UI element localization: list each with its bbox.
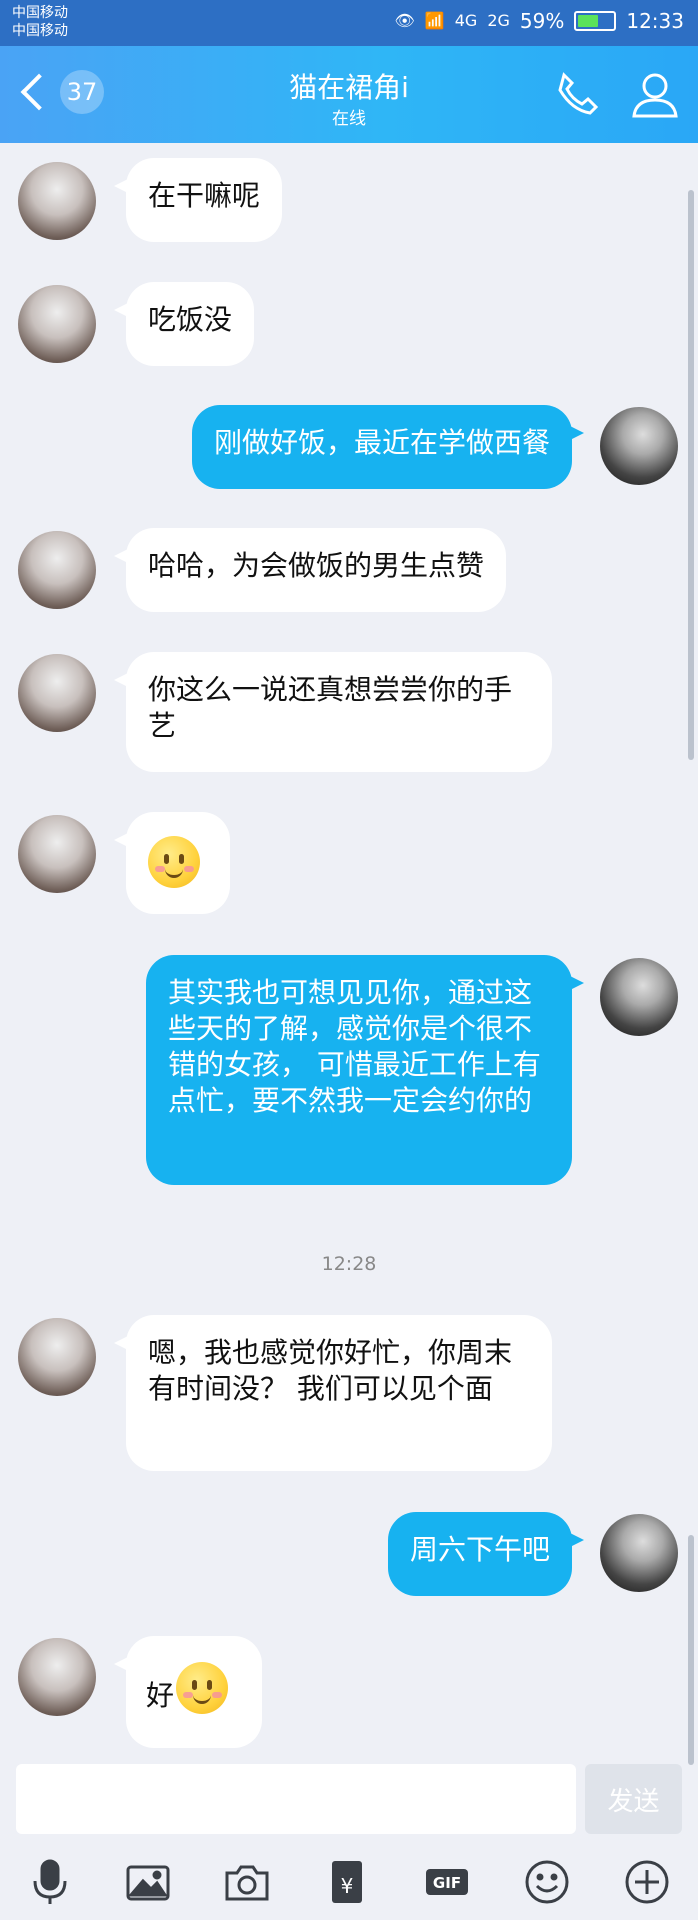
- profile-icon[interactable]: [630, 70, 680, 118]
- eye-icon: 👁: [394, 11, 415, 30]
- contact-avatar[interactable]: [18, 654, 96, 732]
- message-bubble-incoming[interactable]: [114, 812, 230, 914]
- contact-avatar[interactable]: [18, 162, 96, 240]
- scrollbar-lower[interactable]: [688, 1535, 694, 1765]
- send-button[interactable]: 发送: [585, 1764, 682, 1834]
- status-icons: 👁 📶 4G 2G 59% 12:33: [395, 9, 684, 33]
- message-bubble-incoming[interactable]: 你这么一说还真想尝尝你的手艺: [114, 652, 552, 772]
- contact-avatar[interactable]: [18, 1638, 96, 1716]
- battery-level: [578, 15, 599, 27]
- message-bubble-incoming[interactable]: 好: [114, 1636, 262, 1748]
- contact-avatar[interactable]: [18, 1318, 96, 1396]
- contact-avatar[interactable]: [18, 531, 96, 609]
- battery-icon: [574, 11, 617, 31]
- svg-text:¥: ¥: [341, 1874, 354, 1898]
- camera-icon[interactable]: [222, 1857, 272, 1907]
- contact-avatar[interactable]: [18, 815, 96, 893]
- gif-label: GIF: [433, 1874, 461, 1892]
- user-avatar[interactable]: [600, 1514, 678, 1592]
- message-bubble-incoming[interactable]: 在干嘛呢: [113, 158, 283, 242]
- wifi-icon: 📶: [424, 11, 445, 30]
- red-packet-icon[interactable]: ¥: [322, 1857, 372, 1907]
- message-bubble-incoming[interactable]: 嗯，我也感觉你好忙，你周末有时间没？ 我们可以见个面: [114, 1315, 552, 1471]
- carrier-2: 中国移动: [12, 23, 68, 39]
- smile-emoji-icon: [176, 1662, 229, 1714]
- user-avatar[interactable]: [600, 958, 678, 1036]
- microphone-icon[interactable]: [25, 1857, 75, 1907]
- contact-avatar[interactable]: [18, 285, 96, 363]
- gif-icon[interactable]: GIF: [422, 1857, 472, 1907]
- phone-icon[interactable]: [552, 70, 602, 118]
- plus-icon[interactable]: [622, 1857, 672, 1907]
- message-bubble-outgoing[interactable]: 刚做好饭，最近在学做西餐: [191, 405, 585, 489]
- chat-header: 中国移动 中国移动 👁 📶 4G 2G 59% 12:33 37 猫在裙角i 在…: [0, 0, 698, 143]
- emoji-icon[interactable]: [522, 1857, 572, 1907]
- message-input[interactable]: [16, 1764, 576, 1834]
- carrier-info: 中国移动 中国移动: [12, 4, 68, 40]
- scrollbar[interactable]: [688, 190, 694, 760]
- signal-4g: 4G: [454, 11, 478, 30]
- message-timestamp: 12:28: [321, 1253, 377, 1275]
- message-text: 好: [146, 1679, 175, 1712]
- status-bar: 中国移动 中国移动 👁 📶 4G 2G 59% 12:33: [0, 0, 698, 46]
- input-toolbar: ¥ GIF: [0, 1845, 698, 1920]
- message-bubble-outgoing[interactable]: 其实我也可想见见你，通过这些天的了解，感觉你是个很不错的女孩， 可惜最近工作上有…: [146, 955, 584, 1185]
- carrier-1: 中国移动: [12, 5, 68, 21]
- battery-percent: 59%: [519, 9, 565, 33]
- clock: 12:33: [626, 9, 684, 33]
- message-bubble-incoming[interactable]: 吃饭没: [113, 282, 255, 366]
- user-avatar[interactable]: [600, 407, 678, 485]
- smile-emoji-icon: [148, 836, 200, 888]
- message-bubble-outgoing[interactable]: 周六下午吧: [387, 1512, 585, 1596]
- message-bubble-incoming[interactable]: 哈哈，为会做饭的男生点赞: [113, 528, 507, 612]
- image-icon[interactable]: [123, 1857, 173, 1907]
- signal-2g: 2G: [487, 11, 510, 30]
